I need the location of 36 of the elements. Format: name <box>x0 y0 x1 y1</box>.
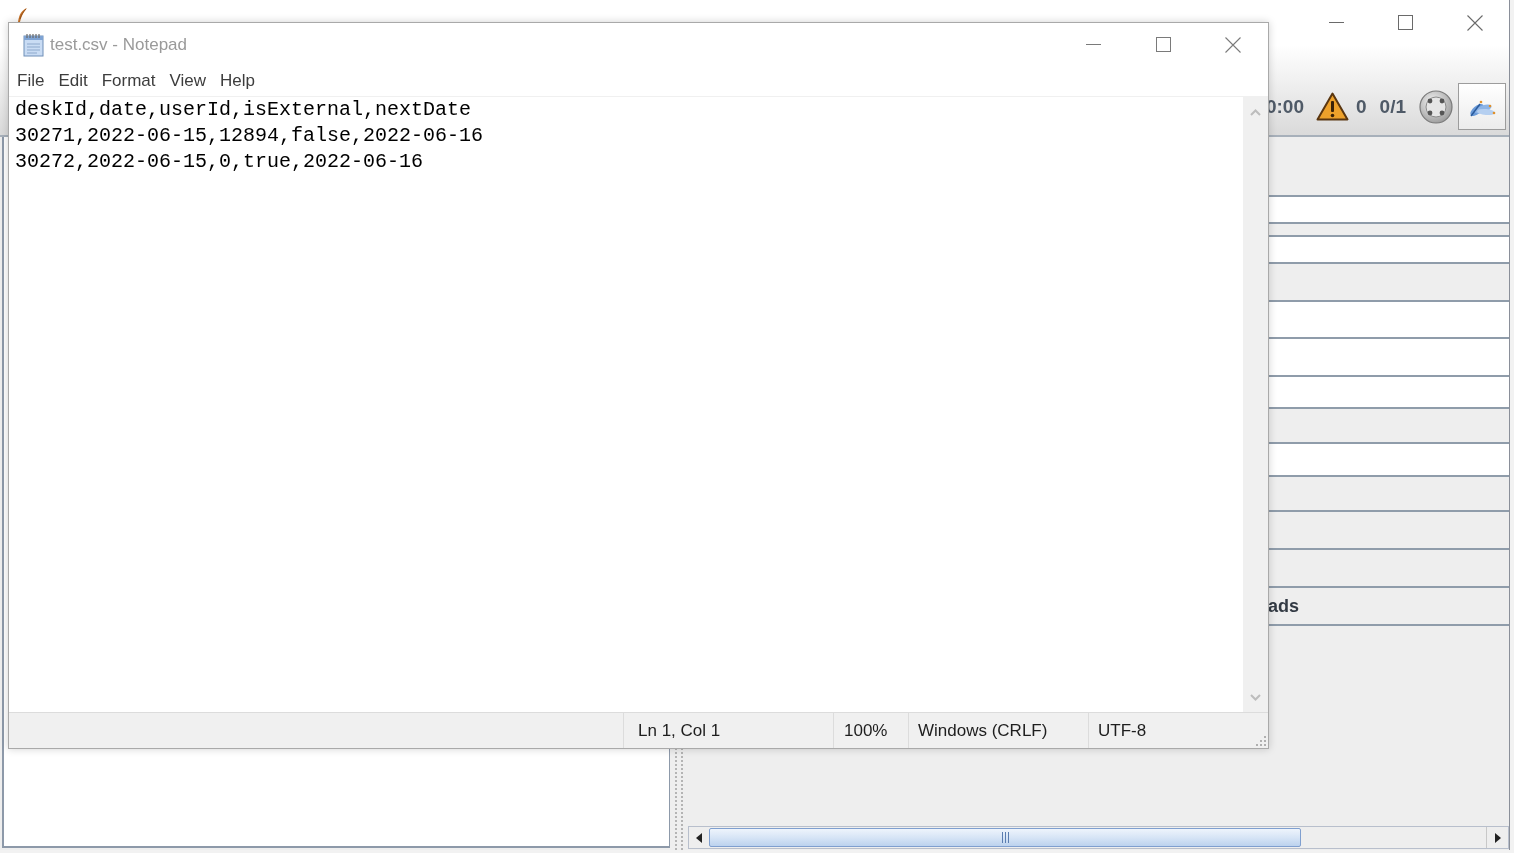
status-text: Ln 1, Col 1 <box>638 719 721 742</box>
resize-grip-icon <box>1256 736 1266 746</box>
ring-icon[interactable] <box>1419 89 1453 124</box>
chevron-down-icon <box>1250 693 1261 701</box>
vertical-scrollbar[interactable] <box>1243 97 1268 712</box>
thread-count: 0/1 <box>1379 97 1406 116</box>
status-text: Windows (CRLF) <box>918 719 1048 742</box>
maximize-icon <box>1155 37 1171 52</box>
menu-item[interactable]: File <box>10 69 52 93</box>
warning-count: 0 <box>1356 97 1367 116</box>
notepad-icon <box>22 32 45 57</box>
grip-icon <box>1001 832 1009 843</box>
right-arrow-icon <box>1494 832 1501 843</box>
status-text: UTF-8 <box>1098 719 1147 742</box>
close-icon <box>1225 36 1241 53</box>
warning-icon <box>1316 92 1349 121</box>
status-text: 100% <box>844 719 888 742</box>
scrollbar-thumb[interactable] <box>709 828 1301 847</box>
menu-item[interactable]: Help <box>213 69 263 93</box>
menu-item[interactable]: Format <box>94 69 163 93</box>
text-line: 30271,2022-06-15,12894,false,2022-06-16 <box>15 123 484 149</box>
minimize-icon <box>1329 22 1344 23</box>
feather-icon <box>17 8 28 22</box>
menu-item[interactable]: Edit <box>51 69 95 93</box>
window-title: test.csv - Notepad <box>50 33 187 56</box>
maximize-icon <box>1398 15 1413 30</box>
horizontal-scrollbar[interactable] <box>688 826 1509 849</box>
text-line: 30272,2022-06-15,0,true,2022-06-16 <box>15 149 424 175</box>
chevron-up-icon <box>1250 108 1261 116</box>
menu-item[interactable]: View <box>162 69 214 93</box>
text-line: deskId,date,userId,isExternal,nextDate <box>15 97 472 123</box>
field-label: ads <box>1268 597 1300 615</box>
close-icon <box>1466 14 1483 31</box>
left-arrow-icon <box>696 832 702 843</box>
toolbar-button[interactable] <box>1458 83 1506 130</box>
minimize-icon <box>1085 44 1101 45</box>
